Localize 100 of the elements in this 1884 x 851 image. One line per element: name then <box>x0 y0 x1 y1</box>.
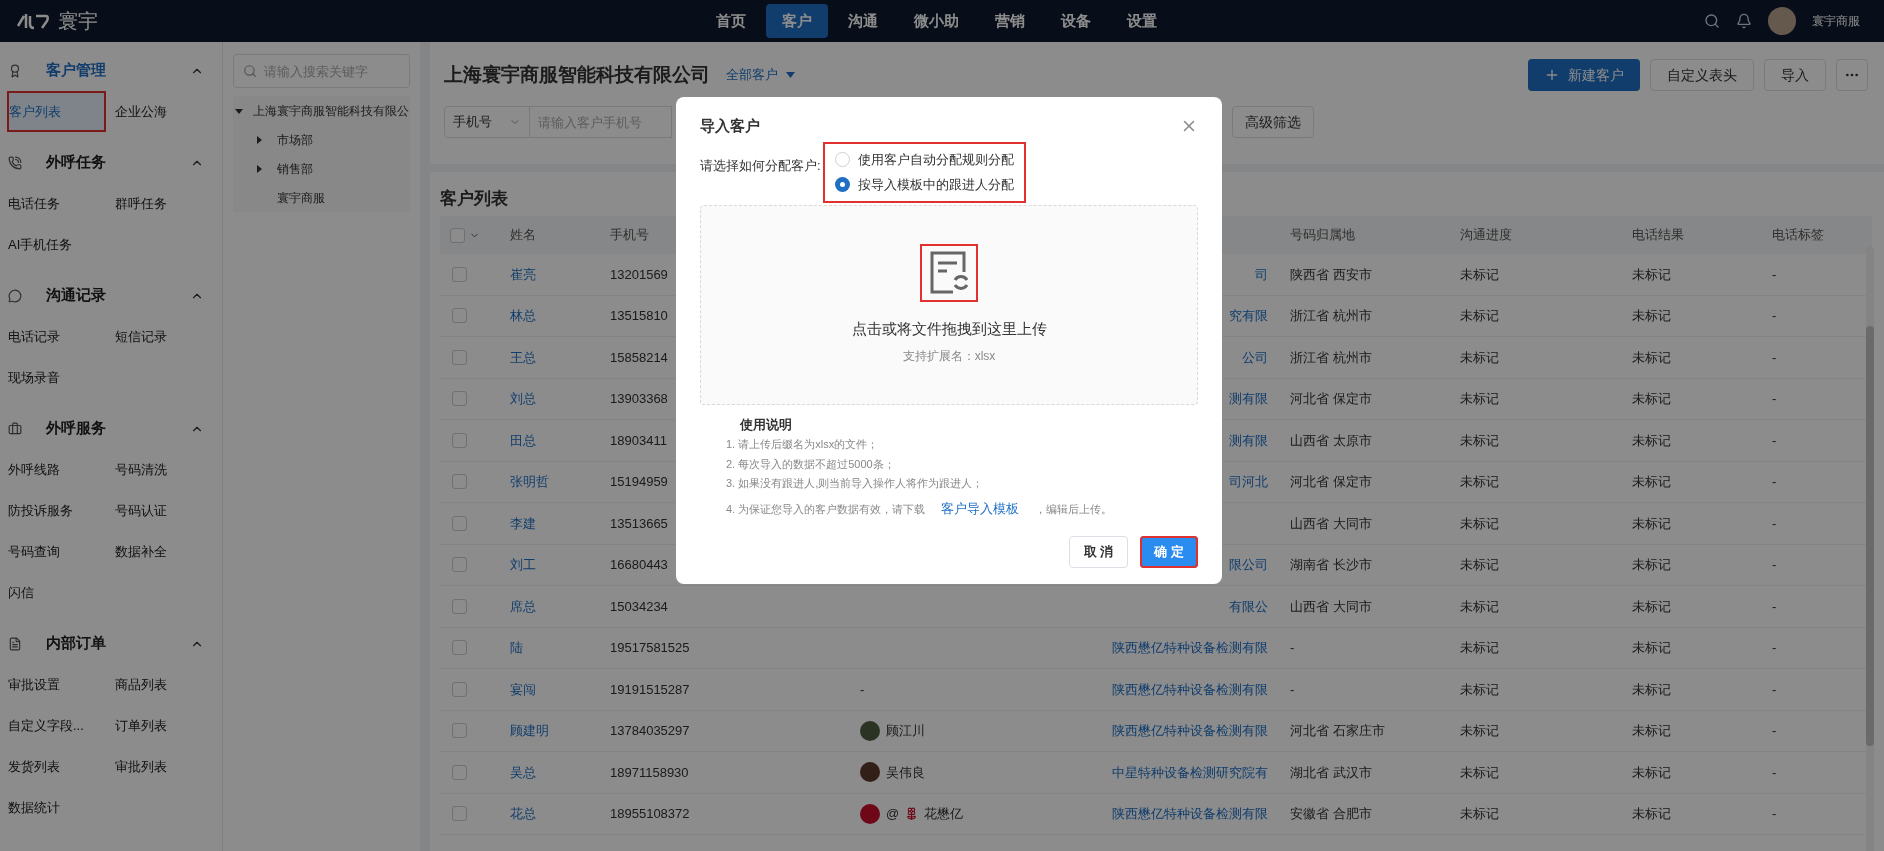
sidebar-group-title[interactable]: 内部订单 <box>46 632 106 655</box>
company-link[interactable]: 陕西懋亿特种设备检测有限 <box>1112 679 1268 699</box>
company-link[interactable]: 司 <box>1255 264 1268 284</box>
sidebar-item[interactable]: AI手机任务 <box>8 224 73 265</box>
sidebar-item[interactable]: 号码查询 <box>8 531 60 572</box>
row-checkbox[interactable] <box>452 474 467 490</box>
row-checkbox[interactable] <box>452 723 467 739</box>
sidebar-item[interactable]: 号码认证 <box>115 490 167 531</box>
advanced-filter-button[interactable]: 高级筛选 <box>1232 106 1314 138</box>
customer-name-link[interactable]: 田总 <box>510 430 536 450</box>
toolbar-button[interactable]: 自定义表头 <box>1650 59 1754 91</box>
upload-area[interactable]: 点击或将文件拖拽到这里上传 支持扩展名：xlsx <box>700 204 1198 405</box>
row-checkbox[interactable] <box>452 266 467 282</box>
row-checkbox[interactable] <box>452 557 467 573</box>
nav-tab[interactable]: 客户 <box>766 4 828 38</box>
row-checkbox[interactable] <box>452 391 467 407</box>
company-link[interactable]: 陕西懋亿特种设备检测有限 <box>1112 638 1268 658</box>
customer-name-link[interactable]: 张明哲 <box>510 472 549 492</box>
sidebar-item[interactable]: 客户列表 <box>7 91 106 132</box>
notification-icon[interactable] <box>1736 13 1752 29</box>
customer-name-link[interactable]: 顾建明 <box>510 721 549 741</box>
sidebar-item[interactable]: 订单列表 <box>115 705 167 746</box>
sidebar-item[interactable]: 电话任务 <box>8 183 60 224</box>
select-all-checkbox[interactable] <box>450 227 465 243</box>
tree-node[interactable]: 市场部 <box>277 130 313 149</box>
row-checkbox[interactable] <box>452 806 467 822</box>
customer-name-link[interactable]: 崔亮 <box>510 264 536 284</box>
customer-name-link[interactable]: 席总 <box>510 596 536 616</box>
row-checkbox[interactable] <box>452 308 467 324</box>
company-link[interactable]: 陕西懋亿特种设备检测有限 <box>1112 721 1268 741</box>
sidebar-item[interactable]: 数据补全 <box>115 531 167 572</box>
company-link[interactable]: 陕西懋亿特种设备检测有限 <box>1112 804 1268 824</box>
nav-tab[interactable]: 设置 <box>1111 4 1173 38</box>
sidebar-group-title[interactable]: 沟通记录 <box>46 284 106 307</box>
company-link[interactable]: 究有限 <box>1229 306 1268 326</box>
nav-tab[interactable]: 沟通 <box>832 4 894 38</box>
user-name[interactable]: 寰宇商服 <box>1812 12 1860 30</box>
search-icon[interactable] <box>1704 13 1720 29</box>
customer-name-link[interactable]: 王总 <box>510 347 536 367</box>
company-link[interactable]: 公司 <box>1242 347 1268 367</box>
radio-label[interactable]: 按导入模板中的跟进人分配 <box>857 175 1014 195</box>
new-customer-button[interactable]: 新建客户 <box>1528 59 1640 91</box>
customer-name-link[interactable]: 陆 <box>510 638 523 658</box>
scrollbar-thumb[interactable] <box>1866 326 1874 746</box>
company-link[interactable]: 中星特种设备检测研究院有 <box>1112 762 1268 782</box>
sidebar-item[interactable]: 群呼任务 <box>115 183 167 224</box>
sidebar-item[interactable]: 发货列表 <box>8 746 60 787</box>
sidebar-group-title[interactable]: 外呼服务 <box>46 417 106 440</box>
sidebar-item[interactable]: 闪信 <box>8 572 34 613</box>
radio-button[interactable] <box>834 177 850 193</box>
customer-name-link[interactable]: 刘总 <box>510 389 536 409</box>
customer-name-link[interactable]: 李建 <box>510 513 536 533</box>
sidebar-item[interactable]: 电话记录 <box>8 316 60 357</box>
sidebar-item[interactable]: 短信记录 <box>115 316 167 357</box>
sidebar-group-title[interactable]: 客户管理 <box>46 59 106 82</box>
radio-label[interactable]: 使用客户自动分配规则分配 <box>857 149 1014 169</box>
row-checkbox[interactable] <box>452 515 467 531</box>
company-link[interactable]: 限公司 <box>1229 555 1268 575</box>
company-link[interactable]: 测有限 <box>1229 430 1268 450</box>
customer-name-link[interactable]: 花总 <box>510 804 536 824</box>
nav-tab[interactable]: 微小助 <box>898 4 975 38</box>
field-select[interactable]: 手机号 <box>444 106 530 138</box>
tree-caret-icon[interactable] <box>255 164 263 173</box>
company-link[interactable]: 司河北 <box>1229 472 1268 492</box>
user-avatar[interactable] <box>1768 7 1796 35</box>
row-checkbox[interactable] <box>452 432 467 448</box>
sidebar-item[interactable]: 外呼线路 <box>8 449 60 490</box>
sidebar-item[interactable]: 商品列表 <box>115 664 167 705</box>
sidebar-item[interactable]: 自定义字段... <box>8 705 84 746</box>
cancel-button[interactable]: 取 消 <box>1068 536 1129 568</box>
tree-caret-icon[interactable] <box>255 135 263 144</box>
tree-caret-icon[interactable] <box>235 106 243 115</box>
company-link[interactable]: 测有限 <box>1229 389 1268 409</box>
toolbar-button[interactable]: 导入 <box>1764 59 1826 91</box>
row-checkbox[interactable] <box>452 681 467 697</box>
customer-name-link[interactable]: 宴闯 <box>510 679 536 699</box>
sidebar-item[interactable]: 防投诉服务 <box>8 490 73 531</box>
row-checkbox[interactable] <box>452 640 467 656</box>
sidebar-item[interactable]: 企业公海 <box>115 91 167 132</box>
nav-tab[interactable]: 首页 <box>700 4 762 38</box>
row-checkbox[interactable] <box>452 598 467 614</box>
sidebar-item[interactable]: 数据统计 <box>8 787 60 828</box>
sidebar-group-title[interactable]: 外呼任务 <box>46 151 106 174</box>
row-checkbox[interactable] <box>452 349 467 365</box>
scope-dropdown[interactable]: 全部客户 <box>726 65 795 85</box>
customer-name-link[interactable]: 吴总 <box>510 762 536 782</box>
sidebar-item[interactable]: 审批列表 <box>115 746 167 787</box>
tree-node[interactable]: 销售部 <box>277 159 313 178</box>
template-link[interactable]: 客户导入模板 <box>941 500 1020 516</box>
company-link[interactable]: 有限公 <box>1229 596 1268 616</box>
sidebar-item[interactable]: 现场录音 <box>8 357 60 398</box>
nav-tab[interactable]: 设备 <box>1045 4 1107 38</box>
customer-name-link[interactable]: 林总 <box>510 306 536 326</box>
sidebar-item[interactable]: 审批设置 <box>8 664 60 705</box>
customer-name-link[interactable]: 刘工 <box>510 555 536 575</box>
tree-node[interactable]: 寰宇商服 <box>277 188 325 207</box>
nav-tab[interactable]: 营销 <box>979 4 1041 38</box>
confirm-button[interactable]: 确 定 <box>1140 536 1198 568</box>
more-button[interactable] <box>1836 59 1868 91</box>
tree-node[interactable]: 上海寰宇商服智能科技有限公 <box>253 101 409 120</box>
